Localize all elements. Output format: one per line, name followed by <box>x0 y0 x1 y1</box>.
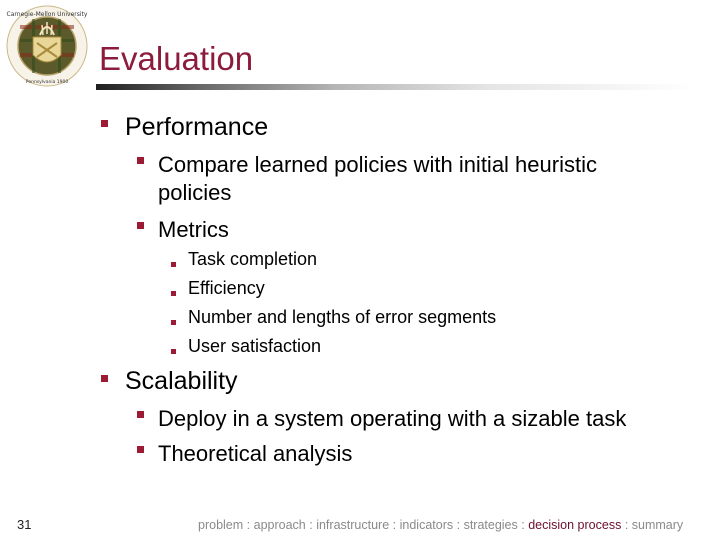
nav-separator: : <box>309 518 313 532</box>
bullet-deploy-system: Deploy in a system operating with a siza… <box>158 406 627 431</box>
nav-separator: : <box>624 518 629 532</box>
bullet-icon <box>101 375 108 382</box>
bullet-icon <box>171 262 176 267</box>
bullet-icon <box>137 411 144 418</box>
bullet-task-completion: Task completion <box>188 249 318 269</box>
bullet-icon <box>137 446 144 453</box>
bullet-icon <box>171 320 176 325</box>
nav-infrastructure[interactable]: infrastructure <box>316 518 389 532</box>
page-number: 31 <box>17 517 32 532</box>
bullet-metrics: Metrics <box>158 217 229 242</box>
university-seal-logo: Carnegie-Mellon University Pennsylvania … <box>6 5 88 87</box>
nav-separator: : <box>456 518 461 532</box>
seal-text-top: Carnegie-Mellon University <box>7 11 88 18</box>
bullet-compare-policies-cont: policies <box>158 180 232 205</box>
nav-separator: : <box>246 518 251 532</box>
bullet-performance: Performance <box>125 113 269 141</box>
bullet-icon <box>137 222 144 229</box>
nav-decision-process[interactable]: decision process <box>528 518 621 532</box>
nav-separator: : <box>521 518 525 532</box>
bullet-icon <box>171 291 176 296</box>
seal-text-bottom: Pennsylvania 1900 <box>26 79 69 85</box>
nav-strategies[interactable]: strategies <box>464 518 518 532</box>
section-nav: problem : approach : infrastructure : in… <box>198 518 683 532</box>
bullet-efficiency: Efficiency <box>188 278 265 298</box>
bullet-scalability: Scalability <box>125 367 238 395</box>
title-divider <box>96 84 696 90</box>
bullet-theoretical-analysis: Theoretical analysis <box>158 441 353 466</box>
slide-title: Evaluation <box>99 40 254 77</box>
nav-approach[interactable]: approach <box>254 518 306 532</box>
nav-separator: : <box>392 518 397 532</box>
nav-indicators[interactable]: indicators <box>400 518 454 532</box>
bullet-compare-policies: Compare learned policies with initial he… <box>158 152 597 177</box>
bullet-icon <box>101 120 108 127</box>
bullet-user-satisfaction: User satisfaction <box>188 336 322 356</box>
bullet-error-segments: Number and lengths of error segments <box>188 307 497 327</box>
bullet-icon <box>171 349 176 354</box>
bullet-icon <box>137 157 144 164</box>
nav-problem[interactable]: problem <box>198 518 243 532</box>
nav-summary[interactable]: summary <box>632 518 683 532</box>
